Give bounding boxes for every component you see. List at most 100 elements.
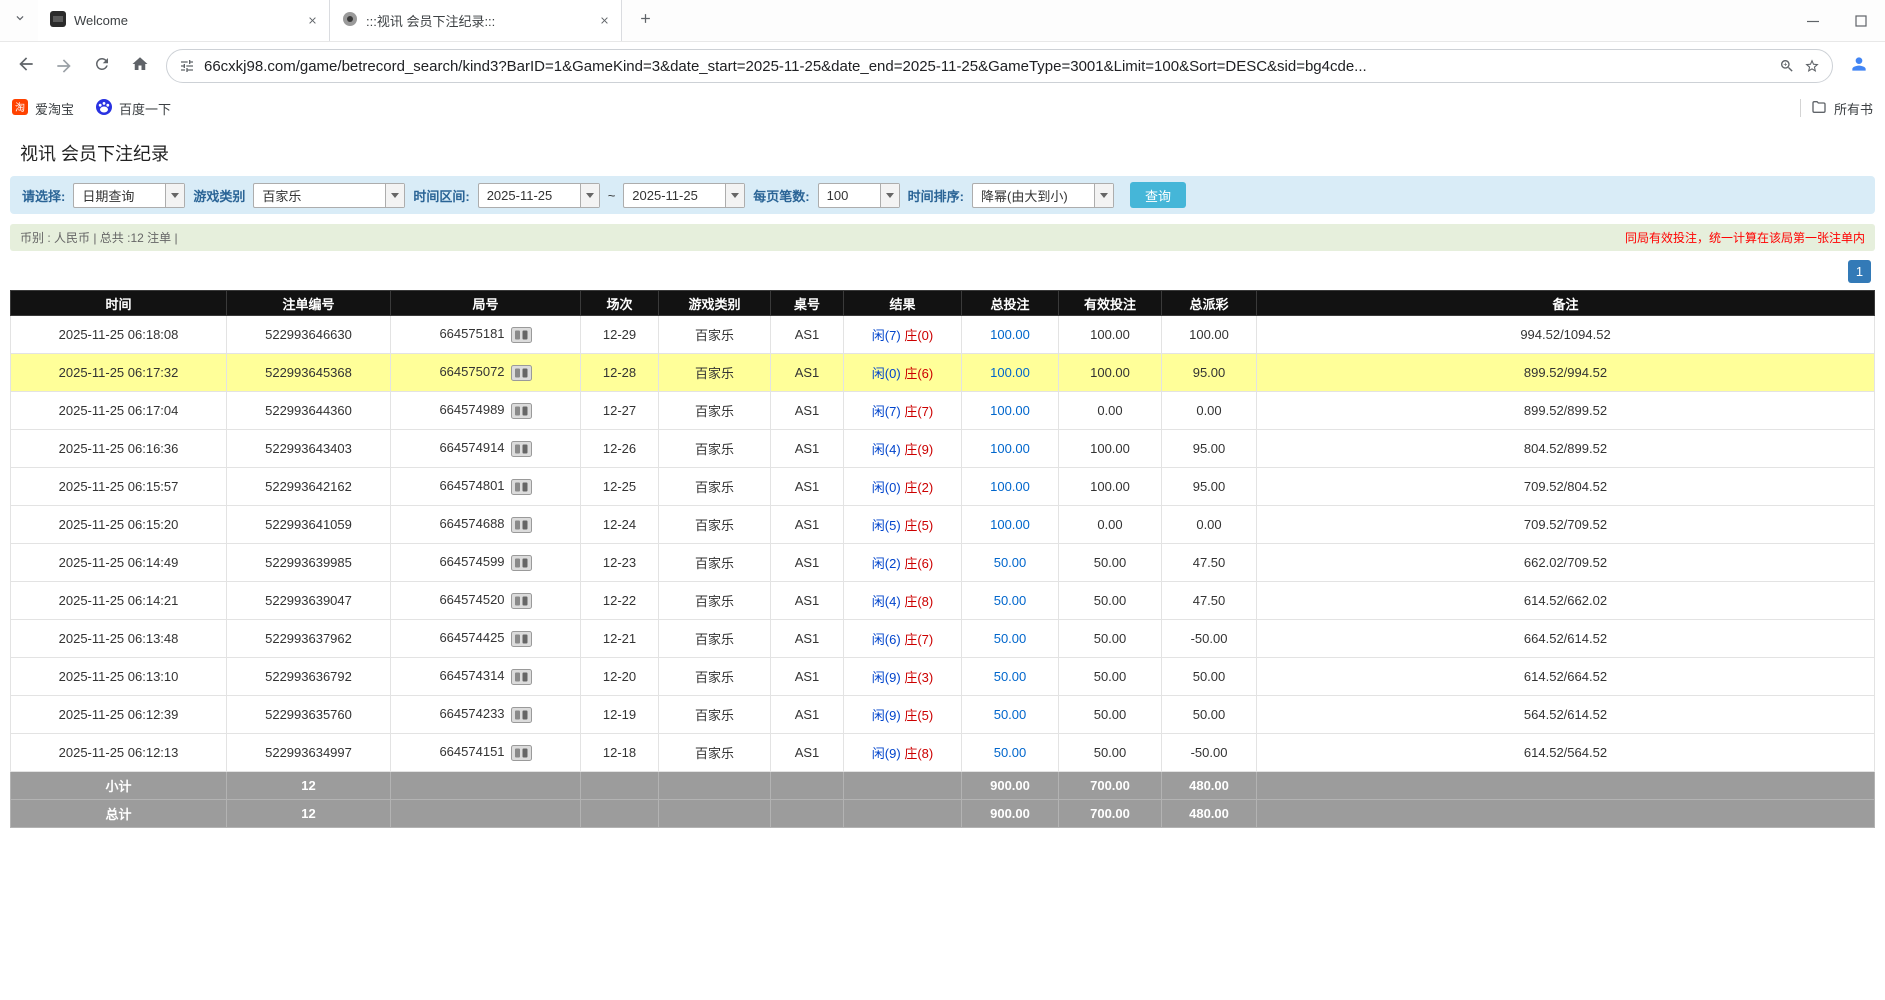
minimize-button[interactable] (1789, 0, 1837, 42)
address-bar[interactable]: 66cxkj98.com/game/betrecord_search/kind3… (166, 49, 1833, 83)
home-button[interactable] (122, 48, 158, 84)
cell-table: AS1 (771, 468, 844, 506)
cell-total-bet: 100.00 (962, 354, 1059, 392)
total-bet-link[interactable]: 100.00 (990, 479, 1030, 494)
round-preview-icon[interactable] (511, 631, 532, 647)
tab-welcome[interactable]: Welcome (38, 0, 330, 41)
total-bet-link[interactable]: 100.00 (990, 365, 1030, 380)
cell-session: 12-19 (581, 696, 659, 734)
profile-button[interactable] (1841, 48, 1877, 84)
date-start-input[interactable]: 2025-11-25 (478, 183, 600, 208)
bookmark-taobao[interactable]: 淘 爱淘宝 (12, 99, 74, 118)
round-id-text: 664574425 (439, 630, 504, 645)
bookmark-star-icon[interactable] (1804, 58, 1820, 74)
cell-time: 2025-11-25 06:18:08 (11, 316, 227, 354)
cell-table: AS1 (771, 354, 844, 392)
total-bet-link[interactable]: 50.00 (994, 555, 1027, 570)
total-bet-link[interactable]: 50.00 (994, 745, 1027, 760)
cell-round-id: 664574801 (391, 468, 581, 506)
forward-button[interactable] (46, 48, 82, 84)
page-title: 视讯 会员下注纪录 (20, 140, 1885, 166)
cell-valid-bet: 50.00 (1059, 620, 1162, 658)
round-preview-icon[interactable] (511, 707, 532, 723)
cell-bet-id: 522993635760 (227, 696, 391, 734)
total-count: 12 (227, 800, 391, 828)
all-bookmarks-button[interactable]: 所有书 (1811, 99, 1873, 118)
total-bet-link[interactable]: 100.00 (990, 403, 1030, 418)
cell-bet-id: 522993642162 (227, 468, 391, 506)
round-preview-icon[interactable] (511, 365, 532, 381)
maximize-button[interactable] (1837, 0, 1885, 42)
round-preview-icon[interactable] (511, 517, 532, 533)
total-row: 总计 12 900.00 700.00 480.00 (11, 800, 1875, 828)
dropdown-arrow-icon[interactable] (580, 184, 599, 207)
cell-time: 2025-11-25 06:14:49 (11, 544, 227, 582)
round-preview-icon[interactable] (511, 327, 532, 343)
site-info-icon[interactable] (179, 58, 195, 74)
total-bet-link[interactable]: 100.00 (990, 327, 1030, 342)
back-button[interactable] (8, 48, 44, 84)
round-preview-icon[interactable] (511, 555, 532, 571)
dropdown-arrow-icon[interactable] (1094, 184, 1113, 207)
tab-close-icon[interactable] (303, 12, 321, 30)
dropdown-arrow-icon[interactable] (880, 184, 899, 207)
total-bet-link[interactable]: 50.00 (994, 593, 1027, 608)
tab-bet-records[interactable]: :::视讯 会员下注纪录::: (330, 0, 622, 41)
dropdown-arrow-icon[interactable] (385, 184, 404, 207)
new-tab-button[interactable] (630, 6, 660, 36)
subtotal-row: 小计 12 900.00 700.00 480.00 (11, 772, 1875, 800)
page-1-button[interactable]: 1 (1848, 260, 1871, 283)
round-preview-icon[interactable] (511, 403, 532, 419)
back-icon (16, 54, 36, 79)
tab-close-icon[interactable] (595, 12, 613, 30)
round-id-text: 664574989 (439, 402, 504, 417)
round-preview-icon[interactable] (511, 441, 532, 457)
cell-payout: 0.00 (1162, 506, 1257, 544)
sort-select[interactable]: 降幂(由大到小) (972, 183, 1114, 208)
round-id-text: 664574233 (439, 706, 504, 721)
per-page-label: 每页笔数: (753, 186, 809, 205)
all-bookmarks-label: 所有书 (1834, 99, 1873, 118)
bet-table-body: 2025-11-25 06:18:08 522993646630 6645751… (11, 316, 1875, 772)
round-preview-icon[interactable] (511, 479, 532, 495)
dropdown-arrow-icon[interactable] (725, 184, 744, 207)
game-type-select[interactable]: 百家乐 (253, 183, 405, 208)
search-button[interactable]: 查询 (1130, 182, 1186, 208)
col-table: 桌号 (771, 291, 844, 316)
player-result: 闲(9) (872, 746, 901, 761)
round-preview-icon[interactable] (511, 669, 532, 685)
total-bet-link[interactable]: 50.00 (994, 669, 1027, 684)
cell-bet-id: 522993644360 (227, 392, 391, 430)
cell-round-id: 664575181 (391, 316, 581, 354)
banker-result: 庄(9) (904, 442, 933, 457)
total-bet-link[interactable]: 100.00 (990, 517, 1030, 532)
bookmark-baidu[interactable]: 百度一下 (96, 99, 171, 118)
tab-search-button[interactable] (6, 7, 34, 35)
query-mode-select[interactable]: 日期查询 (73, 183, 185, 208)
cell-game: 百家乐 (659, 506, 771, 544)
cell-payout: 95.00 (1162, 468, 1257, 506)
date-end-input[interactable]: 2025-11-25 (623, 183, 745, 208)
player-result: 闲(0) (872, 366, 901, 381)
cell-time: 2025-11-25 06:15:57 (11, 468, 227, 506)
banker-result: 庄(2) (904, 480, 933, 495)
cell-valid-bet: 50.00 (1059, 696, 1162, 734)
bookmarks-divider (1800, 99, 1801, 117)
cell-valid-bet: 50.00 (1059, 734, 1162, 772)
zoom-icon[interactable] (1779, 58, 1795, 74)
round-id-text: 664574599 (439, 554, 504, 569)
total-bet-link[interactable]: 50.00 (994, 707, 1027, 722)
round-preview-icon[interactable] (511, 593, 532, 609)
per-page-input[interactable]: 100 (818, 183, 900, 208)
sort-label: 时间排序: (908, 186, 964, 205)
total-bet-link[interactable]: 50.00 (994, 631, 1027, 646)
round-id-text: 664574314 (439, 668, 504, 683)
round-preview-icon[interactable] (511, 745, 532, 761)
dropdown-arrow-icon[interactable] (165, 184, 184, 207)
total-bet-link[interactable]: 100.00 (990, 441, 1030, 456)
player-result: 闲(4) (872, 442, 901, 457)
cell-time: 2025-11-25 06:13:48 (11, 620, 227, 658)
bookmark-label: 爱淘宝 (35, 99, 74, 118)
cell-note: 662.02/709.52 (1257, 544, 1875, 582)
refresh-button[interactable] (84, 48, 120, 84)
